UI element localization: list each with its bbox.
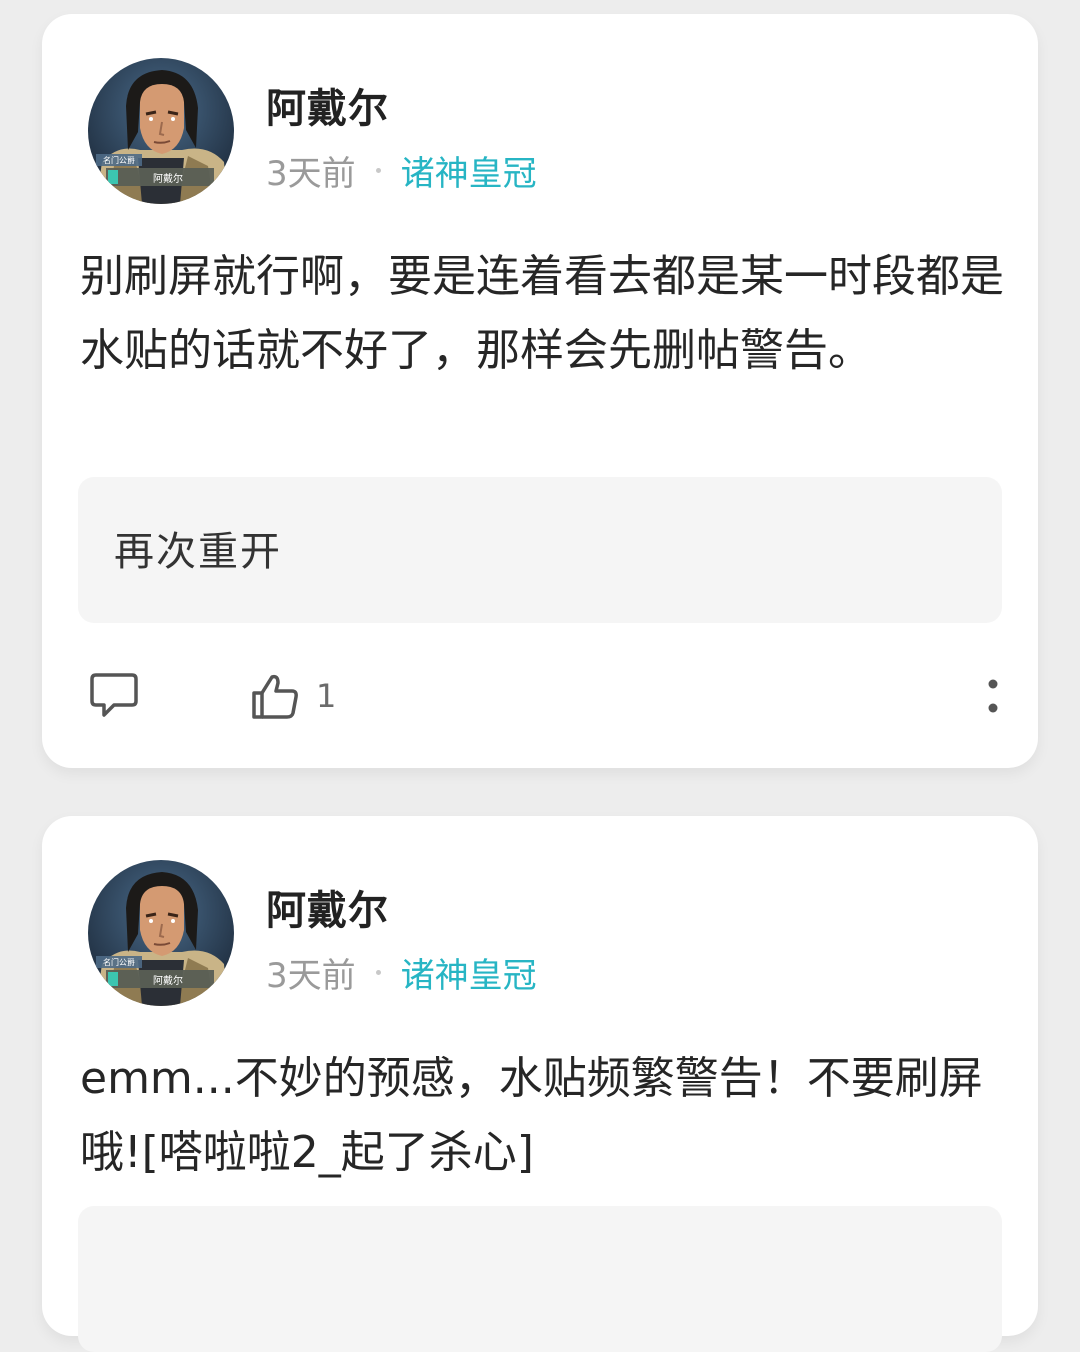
post-meta: 3天前 诸神皇冠 bbox=[266, 146, 537, 194]
svg-text:名门公爵: 名门公爵 bbox=[103, 957, 135, 967]
post-content: 别刷屏就行啊，要是连着看去都是某一时段都是水贴的话就不好了，那样会先删帖警告。 bbox=[80, 251, 1004, 376]
thumbs-up-icon bbox=[252, 674, 298, 719]
quoted-reply[interactable]: 再次重开 bbox=[78, 477, 1002, 623]
like-count: 1 bbox=[316, 677, 337, 715]
game-tag-link[interactable]: 诸神皇冠 bbox=[401, 948, 537, 997]
comment-icon bbox=[90, 673, 138, 717]
post-time: 3天前 bbox=[266, 153, 356, 194]
svg-text:阿戴尔: 阿戴尔 bbox=[153, 974, 183, 987]
post-content: emm...不妙的预感，水贴频繁警告！不要刷屏哦![嗒啦啦2_起了杀心] bbox=[80, 1053, 983, 1178]
more-options-button[interactable] bbox=[978, 666, 1008, 726]
post-meta: 3天前 诸神皇冠 bbox=[266, 948, 537, 996]
svg-text:名门公爵: 名门公爵 bbox=[103, 155, 135, 165]
quoted-reply[interactable] bbox=[78, 1206, 1002, 1352]
more-vertical-icon bbox=[988, 679, 998, 713]
svg-text:阿戴尔: 阿戴尔 bbox=[153, 172, 183, 185]
separator-dot bbox=[375, 969, 381, 975]
separator-dot bbox=[375, 167, 381, 173]
avatar[interactable]: 名门公爵 阿戴尔 bbox=[88, 58, 234, 204]
author-name[interactable]: 阿戴尔 bbox=[266, 76, 389, 134]
post-time: 3天前 bbox=[266, 955, 356, 996]
quoted-reply-text: 再次重开 bbox=[114, 529, 282, 575]
like-button[interactable]: 1 bbox=[250, 666, 336, 726]
post-card[interactable]: 名门公爵 阿戴尔 阿戴尔 3天前 诸神皇冠 别刷屏就行啊，要是连着看去都是某一时… bbox=[42, 14, 1038, 768]
game-tag-link[interactable]: 诸神皇冠 bbox=[401, 146, 537, 195]
author-name[interactable]: 阿戴尔 bbox=[266, 878, 389, 936]
comment-button[interactable] bbox=[88, 666, 140, 726]
post-card[interactable]: 名门公爵 阿戴尔 阿戴尔 3天前 诸神皇冠 emm...不妙的预感，水贴频繁警告… bbox=[42, 816, 1038, 1352]
avatar[interactable]: 名门公爵 阿戴尔 bbox=[88, 860, 234, 1006]
